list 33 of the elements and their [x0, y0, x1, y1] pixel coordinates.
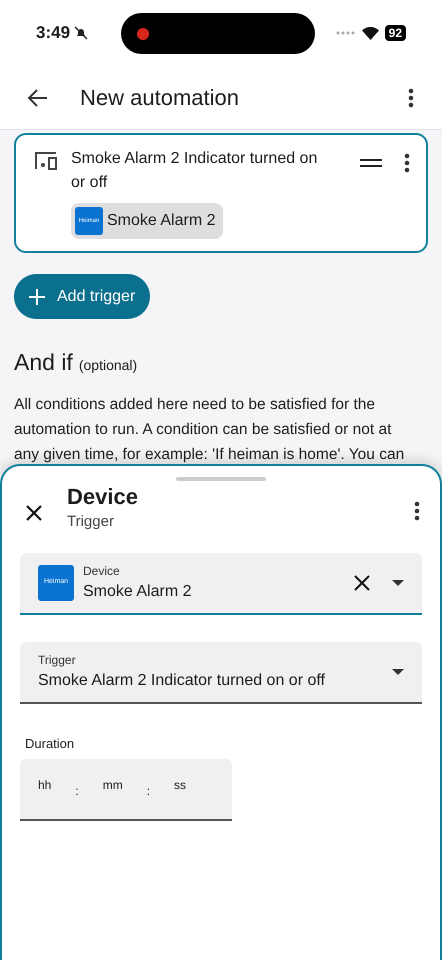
- time-unit-placeholder: hh: [38, 777, 52, 794]
- plus-icon: [29, 288, 45, 304]
- conditions-description: All conditions added here need to be satisfied for the automation to run. A condition can be satisfied or not at any given time, for example: 'If heiman is home'. You can: [14, 394, 406, 464]
- status-time: 3:49: [36, 22, 70, 44]
- wifi-icon: [362, 26, 379, 40]
- muted-bell-icon: [74, 26, 88, 40]
- more-options-icon[interactable]: [408, 88, 414, 108]
- back-arrow-icon[interactable]: [28, 88, 48, 106]
- clear-icon[interactable]: [354, 574, 370, 590]
- battery-level: 92: [384, 25, 406, 41]
- page-title: New automation: [80, 84, 239, 112]
- trigger-select-field[interactable]: Trigger Smoke Alarm 2 Indicator turned on or off: [20, 642, 422, 704]
- time-separator: :: [75, 783, 79, 800]
- drag-handle-icon[interactable]: [360, 159, 382, 167]
- sheet-subtitle: Trigger: [67, 512, 115, 532]
- duration-label: Duration: [25, 734, 76, 752]
- optional-note: (optional): [78, 356, 138, 375]
- devices-icon: [32, 151, 58, 171]
- dropdown-caret-icon[interactable]: [392, 580, 404, 586]
- signal-dots-icon: [336, 31, 356, 35]
- time-unit-placeholder: mm: [102, 777, 123, 794]
- add-trigger-button[interactable]: Add trigger: [14, 274, 150, 319]
- sheet-title: Device: [67, 483, 138, 511]
- sheet-handle[interactable]: [176, 477, 266, 481]
- trigger-title: Smoke Alarm 2 Indicator turned on or off: [71, 149, 318, 193]
- sheet-more-icon[interactable]: [414, 501, 420, 521]
- time-separator: :: [146, 783, 150, 800]
- card-more-icon[interactable]: [404, 153, 410, 173]
- section-heading: And if: [14, 348, 73, 377]
- time-unit-placeholder: ss: [174, 777, 186, 794]
- close-icon[interactable]: [26, 505, 42, 521]
- duration-field[interactable]: hh : mm : ss: [20, 759, 232, 821]
- dropdown-caret-icon[interactable]: [392, 668, 404, 674]
